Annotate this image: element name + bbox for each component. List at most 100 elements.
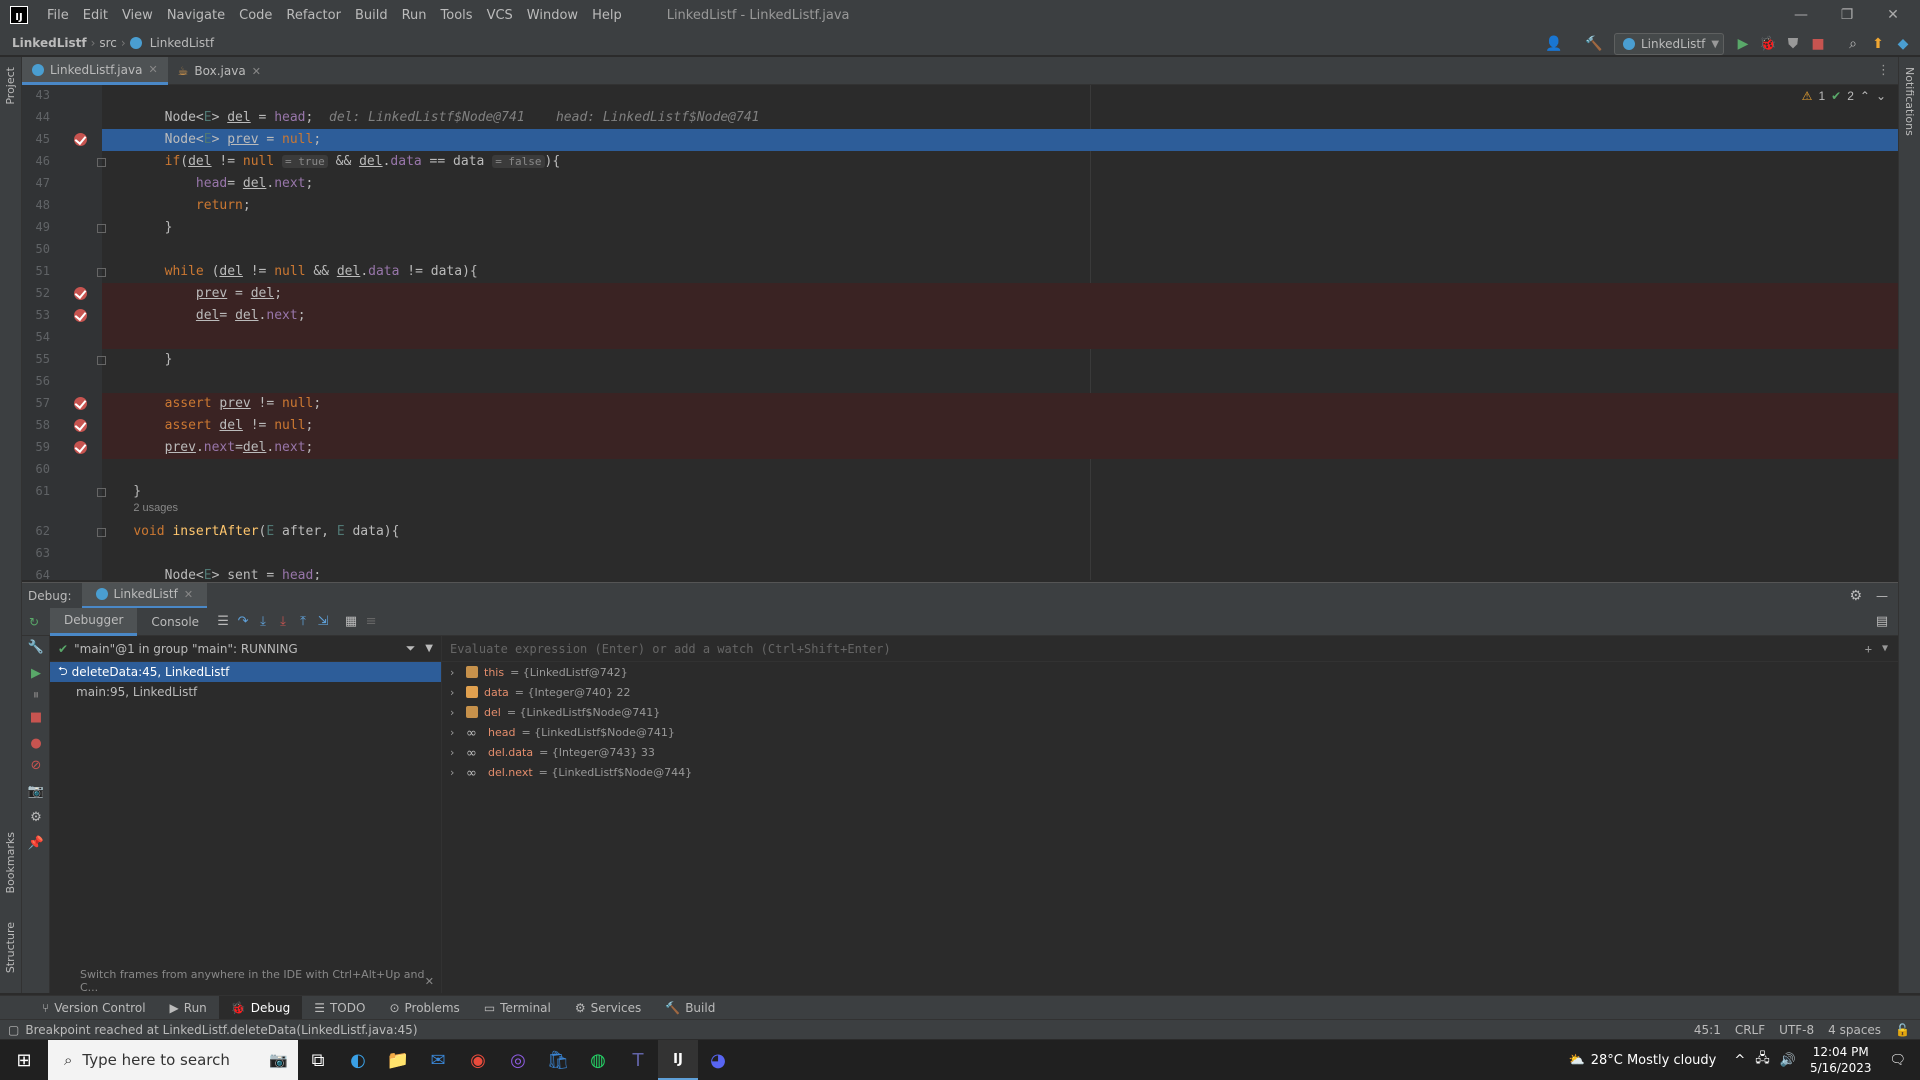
trace-icon[interactable]: ≡ [361, 612, 381, 632]
file-encoding[interactable]: UTF-8 [1779, 1023, 1814, 1037]
weather-widget[interactable]: ⛅ 28°C Mostly cloudy [1569, 1053, 1717, 1068]
line-number[interactable]: 49 [22, 220, 50, 234]
menu-vcs[interactable]: VCS [480, 8, 520, 23]
step-over-icon[interactable]: ↷ [233, 612, 253, 632]
wrench-icon[interactable]: 🔧 [27, 638, 45, 656]
pause-icon[interactable]: ⏸ [27, 686, 45, 704]
line-number[interactable]: 53 [22, 308, 50, 322]
menu-file[interactable]: File [40, 8, 76, 23]
close-icon[interactable]: ✕ [1870, 0, 1916, 30]
tab-debug[interactable]: 🐞 Debug [218, 995, 303, 1020]
line-number[interactable]: 44 [22, 110, 50, 124]
minimize-icon[interactable]: — [1778, 0, 1824, 30]
close-tab-icon[interactable]: ✕ [148, 63, 157, 76]
notifications-icon[interactable]: 🗨 [1889, 1053, 1906, 1068]
structure-tool-button[interactable]: Structure [4, 922, 17, 973]
line-number[interactable]: 48 [22, 198, 50, 212]
debug-icon[interactable]: 🐞 [1758, 34, 1778, 54]
layout-icon[interactable]: ▤ [1872, 612, 1892, 632]
expand-arrow-icon[interactable]: › [450, 706, 460, 719]
menu-window[interactable]: Window [520, 8, 585, 23]
menu-code[interactable]: Code [232, 8, 279, 23]
network-icon[interactable]: 🖧 [1755, 1049, 1770, 1071]
line-number[interactable]: 60 [22, 462, 50, 476]
filter-icon[interactable]: ⏷ [406, 641, 416, 656]
plugins-icon[interactable]: ◆ [1893, 34, 1913, 54]
menu-edit[interactable]: Edit [76, 8, 115, 23]
clock[interactable]: 12:04 PM 5/16/2023 [1810, 1044, 1872, 1076]
discord-icon[interactable]: ◕ [698, 1040, 738, 1080]
restore-icon[interactable]: ❐ [1824, 0, 1870, 30]
task-view-icon[interactable]: ⧉ [298, 1040, 338, 1080]
line-number[interactable]: 51 [22, 264, 50, 278]
line-number[interactable]: 63 [22, 546, 50, 560]
tab-terminal[interactable]: ▭ Terminal [472, 996, 563, 1020]
whatsapp-icon[interactable]: ◍ [578, 1040, 618, 1080]
settings-icon[interactable]: ⚙ [27, 808, 45, 826]
add-watch-icon[interactable]: + [1865, 642, 1872, 656]
line-number[interactable]: 58 [22, 418, 50, 432]
intellij-taskbar-icon[interactable]: IJ [658, 1040, 698, 1080]
teams-icon[interactable]: T [618, 1040, 658, 1080]
line-number[interactable]: 52 [22, 286, 50, 300]
thread-selector[interactable]: ✔ "main"@1 in group "main": RUNNING ⏷ ▼ [50, 636, 441, 662]
caret-position[interactable]: 45:1 [1694, 1023, 1721, 1037]
line-number[interactable]: 55 [22, 352, 50, 366]
tab-build[interactable]: 🔨 Build [653, 996, 727, 1020]
resume-icon[interactable]: ▶ [27, 664, 45, 682]
more-tabs-icon[interactable]: ⋮ [1869, 57, 1898, 84]
pin-icon[interactable]: 📌 [27, 834, 45, 852]
breakpoint-icon[interactable] [74, 133, 87, 146]
menu-help[interactable]: Help [585, 8, 629, 23]
tab-console[interactable]: Console [137, 608, 213, 636]
variable-row[interactable]: › data = {Integer@740} 22 [442, 682, 1898, 702]
expand-arrow-icon[interactable]: › [450, 686, 460, 699]
tab-services[interactable]: ⚙ Services [563, 996, 653, 1020]
rerun-icon[interactable]: ↻ [22, 615, 50, 629]
breakpoint-icon[interactable] [74, 309, 87, 322]
tray-chevron-up-icon[interactable]: ^ [1734, 1053, 1745, 1068]
lock-icon[interactable]: 🔓 [1895, 1023, 1910, 1037]
project-tool-button[interactable]: Project [4, 67, 17, 105]
chrome-icon[interactable]: ◉ [458, 1040, 498, 1080]
breadcrumb-file[interactable]: LinkedListf [146, 36, 218, 50]
tab-debugger[interactable]: Debugger [50, 607, 138, 636]
volume-icon[interactable]: 🔊 [1780, 1053, 1796, 1068]
search-icon[interactable]: ⌕ [1843, 34, 1863, 54]
line-number[interactable]: 62 [22, 524, 50, 538]
debug-session-tab[interactable]: LinkedListf ✕ [81, 582, 208, 609]
breakpoint-icon[interactable] [74, 441, 87, 454]
tab-problems[interactable]: ⊙ Problems [377, 996, 471, 1020]
close-tip-icon[interactable]: ✕ [425, 975, 434, 988]
variable-row[interactable]: › ∞ del.next = {LinkedListf$Node@744} [442, 762, 1898, 782]
frame-item[interactable]: ⮌ deleteData:45, LinkedListf [50, 662, 441, 682]
line-number[interactable]: 57 [22, 396, 50, 410]
breakpoint-icon[interactable] [74, 419, 87, 432]
media-player-icon[interactable]: ◎ [498, 1040, 538, 1080]
line-number[interactable]: 54 [22, 330, 50, 344]
taskbar-search[interactable]: ⌕ Type here to search 📷 [48, 1040, 298, 1080]
breadcrumb-project[interactable]: LinkedListf [8, 36, 91, 50]
camera-icon[interactable]: 📷 [27, 782, 45, 800]
close-session-icon[interactable]: ✕ [184, 588, 193, 601]
expand-arrow-icon[interactable]: › [450, 726, 460, 739]
menu-refactor[interactable]: Refactor [279, 8, 348, 23]
expand-arrow-icon[interactable]: › [450, 666, 460, 679]
update-icon[interactable]: ⬆ [1868, 34, 1888, 54]
menu-build[interactable]: Build [348, 8, 395, 23]
run-icon[interactable]: ▶ [1733, 34, 1753, 54]
view-breakpoints-icon[interactable]: ● [27, 734, 45, 752]
bookmarks-tool-button[interactable]: Bookmarks [4, 832, 17, 893]
stop-icon[interactable]: ■ [27, 708, 45, 726]
mute-breakpoints-icon[interactable]: ⊘ [27, 756, 45, 774]
tab-linkedlistf-java[interactable]: LinkedListf.java ✕ [22, 57, 168, 85]
menu-tools[interactable]: Tools [434, 8, 480, 23]
hide-panel-icon[interactable]: — [1876, 589, 1888, 603]
line-number[interactable]: 50 [22, 242, 50, 256]
windows-start-icon[interactable]: ⊞ [0, 1040, 48, 1080]
user-icon[interactable]: 👤 [1544, 34, 1564, 54]
line-number[interactable]: 56 [22, 374, 50, 388]
expand-arrow-icon[interactable]: › [450, 766, 460, 779]
chevron-down-icon[interactable]: ▼ [425, 643, 433, 654]
breadcrumb-folder[interactable]: src [95, 36, 121, 50]
